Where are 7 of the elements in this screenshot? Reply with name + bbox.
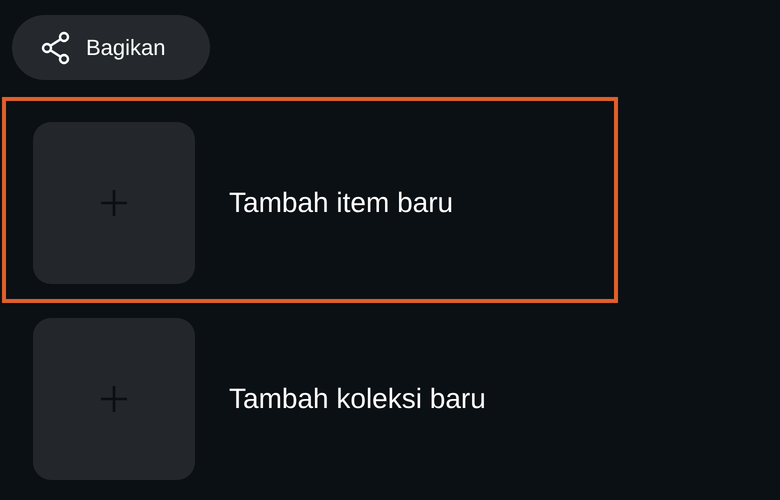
share-icon [40,30,72,64]
plus-icon [100,385,128,413]
row-label: Tambah item baru [229,187,454,219]
plus-icon [100,189,128,217]
add-row[interactable]: Tambah item baru [2,97,618,303]
row-label: Tambah koleksi baru [229,383,486,415]
share-button[interactable]: Bagikan [12,15,210,80]
